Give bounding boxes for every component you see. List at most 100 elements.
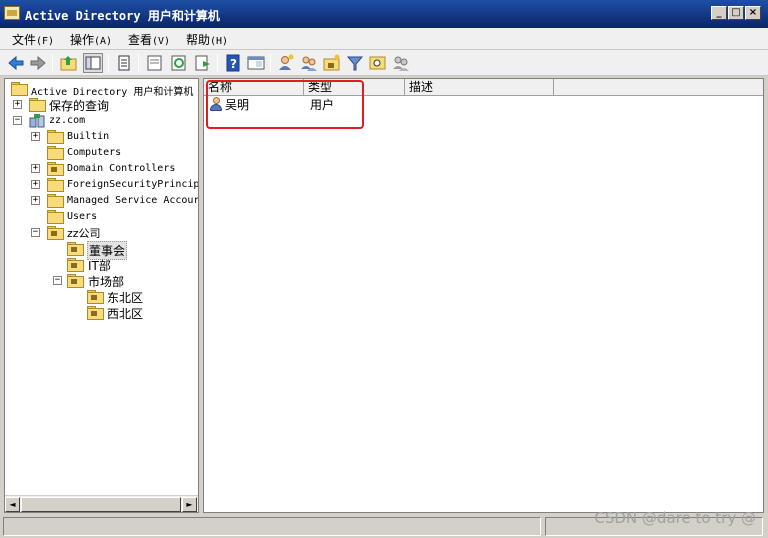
new-group-icon[interactable] xyxy=(299,53,319,73)
expand-icon[interactable]: + xyxy=(31,132,40,141)
tree-item-builtin[interactable]: + Builtin xyxy=(9,129,198,145)
folder-icon xyxy=(47,146,64,160)
tree-item-foreign-security-principals[interactable]: + ForeignSecurityPrincip xyxy=(9,177,199,193)
add-to-group-icon[interactable] xyxy=(391,53,411,73)
menu-bar: 文件(F) 操作(A) 查看(V) 帮助(H) xyxy=(0,28,768,50)
menu-help-accel: (H) xyxy=(210,36,229,47)
tree-item-it-ou[interactable]: IT部 xyxy=(9,257,198,273)
up-folder-icon[interactable] xyxy=(59,53,79,73)
collapse-icon[interactable]: − xyxy=(31,228,40,237)
menu-action[interactable]: 操作(A) xyxy=(70,31,112,48)
menu-view-label: 查看 xyxy=(128,33,153,47)
toolbar-separator xyxy=(270,54,271,72)
aduc-app-icon xyxy=(4,6,20,20)
toolbar-separator xyxy=(217,54,218,72)
tree-item-label: Builtin xyxy=(67,131,110,142)
ou-folder-icon xyxy=(47,162,64,176)
close-button[interactable]: × xyxy=(745,6,761,20)
tree-item-label: ForeignSecurityPrincip xyxy=(67,179,199,190)
tree-item-label: 西北区 xyxy=(107,307,144,321)
tree-item-managed-service-accounts[interactable]: + Managed Service Accour xyxy=(9,193,199,209)
tree-item-label: zz公司 xyxy=(67,227,101,240)
csdn-watermark: CSDN @dare to try @ xyxy=(594,509,756,527)
tree-item-northwest-ou[interactable]: 西北区 xyxy=(9,305,198,321)
menu-view-accel: (V) xyxy=(152,36,171,47)
find-icon[interactable] xyxy=(368,53,388,73)
tree-horizontal-scrollbar[interactable]: ◄ ► xyxy=(5,495,198,512)
tree-item-marketing-ou[interactable]: − 市场部 xyxy=(9,273,198,289)
ou-folder-icon xyxy=(47,226,64,240)
tree-item-label: 东北区 xyxy=(107,291,144,305)
new-ou-icon[interactable] xyxy=(322,53,342,73)
tree-item-company-ou[interactable]: − zz公司 xyxy=(9,225,198,241)
title-bar: Active Directory 用户和计算机 _ □ × xyxy=(0,0,768,28)
scroll-left-button[interactable]: ◄ xyxy=(5,497,20,512)
red-highlight-box xyxy=(206,80,364,129)
console-tree-pane[interactable]: Active Directory 用户和计算机 + 保存的查询 − zz.com… xyxy=(4,78,199,513)
collapse-icon[interactable]: − xyxy=(53,276,62,285)
tree-item-label: Users xyxy=(67,211,98,222)
menu-help-label: 帮助 xyxy=(186,33,211,47)
ou-folder-icon xyxy=(87,306,104,320)
tree-root[interactable]: Active Directory 用户和计算机 xyxy=(9,81,198,98)
tree-item-label: 保存的查询 xyxy=(49,99,110,113)
ou-folder-icon xyxy=(67,242,84,256)
tree-item-users[interactable]: Users xyxy=(9,209,198,225)
ou-folder-icon xyxy=(67,258,84,272)
ou-folder-icon xyxy=(87,290,104,304)
menu-action-label: 操作 xyxy=(70,33,95,47)
properties-icon[interactable] xyxy=(145,53,165,73)
expand-icon[interactable]: + xyxy=(13,100,22,109)
tree-item-northeast-ou[interactable]: 东北区 xyxy=(9,289,198,305)
tree-item-computers[interactable]: Computers xyxy=(9,145,198,161)
scroll-right-button[interactable]: ► xyxy=(182,497,197,512)
forward-arrow-icon[interactable] xyxy=(28,53,48,73)
menu-file[interactable]: 文件(F) xyxy=(12,31,54,48)
tree-item-label: Domain Controllers xyxy=(67,163,176,174)
status-panel-main xyxy=(3,517,541,536)
details-list-pane[interactable]: 名称 类型 描述 吴明 用户 xyxy=(203,78,764,513)
folder-icon xyxy=(47,130,64,144)
tree-item-board-ou[interactable]: 董事会 xyxy=(9,241,198,260)
menu-help[interactable]: 帮助(H) xyxy=(186,31,228,48)
toolbar-separator xyxy=(138,54,139,72)
maximize-button[interactable]: □ xyxy=(728,6,744,20)
expand-icon[interactable]: + xyxy=(31,180,40,189)
svg-text:?: ? xyxy=(230,57,237,71)
domain-icon xyxy=(29,114,45,128)
copy-icon[interactable] xyxy=(114,53,134,73)
toolbar-separator xyxy=(52,54,53,72)
column-header-filler xyxy=(554,79,763,96)
new-user-icon[interactable] xyxy=(276,53,296,73)
menu-view[interactable]: 查看(V) xyxy=(128,31,170,48)
expand-icon[interactable]: + xyxy=(31,196,40,205)
menu-file-label: 文件 xyxy=(12,33,37,47)
filter-icon[interactable] xyxy=(345,53,365,73)
tree-item-label: IT部 xyxy=(88,259,111,273)
ou-folder-icon xyxy=(67,274,84,288)
show-hide-tree-icon[interactable] xyxy=(83,53,103,73)
folder-icon xyxy=(47,194,64,208)
tree-item-label: Managed Service Accour xyxy=(67,195,199,206)
tree-item-saved-queries[interactable]: + 保存的查询 xyxy=(9,97,198,113)
console-pane-icon[interactable] xyxy=(246,53,266,73)
tree-item-domain[interactable]: − zz.com xyxy=(9,113,198,129)
column-header-description[interactable]: 描述 xyxy=(405,79,554,96)
window-title: Active Directory 用户和计算机 xyxy=(25,9,220,23)
folder-icon xyxy=(29,98,46,112)
expand-icon[interactable]: + xyxy=(31,164,40,173)
aduc-root-icon xyxy=(11,82,28,96)
help-icon[interactable]: ? xyxy=(223,53,243,73)
tree-item-label: Computers xyxy=(67,147,122,158)
folder-icon xyxy=(47,178,64,192)
minimize-button[interactable]: _ xyxy=(711,6,727,20)
menu-action-accel: (A) xyxy=(94,36,113,47)
back-arrow-icon[interactable] xyxy=(6,53,26,73)
collapse-icon[interactable]: − xyxy=(13,116,22,125)
tree-item-domain-controllers[interactable]: + Domain Controllers xyxy=(9,161,198,177)
scroll-thumb[interactable] xyxy=(21,497,181,512)
export-list-icon[interactable] xyxy=(193,53,213,73)
refresh-icon[interactable] xyxy=(169,53,189,73)
folder-icon xyxy=(47,210,64,224)
menu-file-accel: (F) xyxy=(36,36,55,47)
